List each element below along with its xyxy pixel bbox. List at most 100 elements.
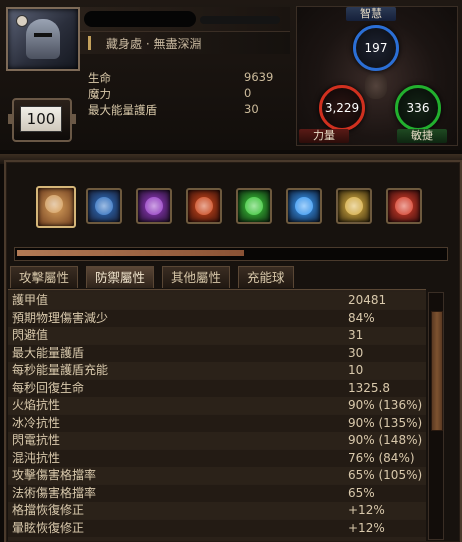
resource-row: 最大能量護盾 30 <box>88 102 288 118</box>
stat-label: 混沌抗性 <box>12 450 61 465</box>
golden-rune-skill-icon[interactable] <box>336 188 372 224</box>
tab-defense[interactable]: 防禦屬性 <box>86 266 155 288</box>
stat-row: 格擋恢復修正 +12% <box>8 502 426 519</box>
stat-value: 90% (135%) <box>348 415 423 430</box>
stat-value: 10 <box>348 363 364 377</box>
character-portrait[interactable] <box>6 7 80 71</box>
character-header: 藏身處 · 無盡深淵 生命 9639 魔力 0 最大能量護盾 30 100 智慧… <box>0 0 462 150</box>
strength-label: 力量 <box>299 129 349 143</box>
stat-label: 攻擊傷害格擋率 <box>12 468 97 482</box>
emblem-face-icon <box>365 73 387 99</box>
stat-label: 最大能量護盾 <box>12 345 85 360</box>
sword-skill-icon[interactable] <box>36 186 76 228</box>
stat-label: 暈眩恢復修正 <box>12 520 85 535</box>
lightning-skill-icon[interactable] <box>286 188 322 224</box>
tab-charges[interactable]: 充能球 <box>238 266 294 288</box>
intelligence-orb[interactable]: 197 <box>353 25 399 71</box>
skill-glyph <box>45 195 63 213</box>
stat-row: 冰冷抗性 90% (135%) <box>8 414 426 432</box>
character-name-redacted <box>80 7 290 32</box>
badge-ornament <box>70 114 76 124</box>
stat-label: 火焰抗性 <box>12 398 61 412</box>
stat-row: 最大能量護盾 30 <box>8 344 426 362</box>
stat-row: 攻擊傷害格擋率 65% (105%) <box>8 467 426 484</box>
stat-row: 混沌抗性 76% (84%) <box>8 449 426 467</box>
skill-bar <box>16 180 444 242</box>
stat-list-scrollbar[interactable] <box>428 292 444 540</box>
stat-row: 法術傷害格擋率 65% <box>8 484 426 502</box>
stat-row: 火焰抗性 90% (136%) <box>8 397 426 414</box>
stat-label: 每秒能量護盾充能 <box>12 363 109 377</box>
intelligence-label: 智慧 <box>346 7 396 21</box>
stat-value: 20481 <box>348 293 387 307</box>
resource-row: 魔力 0 <box>88 86 288 102</box>
level-badge: 100 <box>8 98 76 142</box>
resource-value: 9639 <box>244 70 274 84</box>
resource-label: 最大能量護盾 <box>88 103 157 117</box>
stat-row: 每秒回復生命 1325.8 <box>8 379 426 397</box>
stat-label: 冰冷抗性 <box>12 415 61 430</box>
resource-value: 0 <box>244 86 252 100</box>
crimson-orb-skill-icon[interactable] <box>386 188 422 224</box>
resource-row: 生命 9639 <box>88 70 288 86</box>
resource-label: 魔力 <box>88 87 111 101</box>
stat-label: 預期物理傷害減少 <box>12 310 109 325</box>
stat-value: 90% (136%) <box>348 398 423 412</box>
stat-value: 30 <box>348 345 364 360</box>
skill-glyph <box>295 197 313 215</box>
scrollbar-thumb[interactable] <box>431 311 443 431</box>
resource-label: 生命 <box>88 71 111 85</box>
green-aura-skill-icon[interactable] <box>236 188 272 224</box>
dexterity-orb[interactable]: 336 <box>395 85 441 131</box>
stat-row: 護甲值 20481 <box>8 292 426 309</box>
stat-label: 每秒回復生命 <box>12 380 85 395</box>
attributes-panel: 智慧 197 3,229 336 力量 敏捷 <box>296 6 458 146</box>
stat-row: 閃避值 31 <box>8 327 426 344</box>
stat-value: 65% (105%) <box>348 468 423 482</box>
stat-tabs: 攻擊屬性 防禦屬性 其他屬性 充能球 <box>10 266 450 288</box>
location-text: 藏身處 · 無盡深淵 <box>106 37 202 51</box>
stat-row: 預期物理傷害減少 84% <box>8 309 426 327</box>
experience-fill <box>17 250 244 256</box>
skill-glyph <box>345 197 363 215</box>
stat-label: 格擋恢復修正 <box>12 503 85 517</box>
blue-slash-skill-icon[interactable] <box>86 188 122 224</box>
stat-value: 84% <box>348 310 375 325</box>
stat-value: 90% (148%) <box>348 433 423 447</box>
redaction-block <box>200 16 280 24</box>
skill-glyph <box>395 197 413 215</box>
resource-value: 30 <box>244 102 259 116</box>
rank-icon <box>16 15 28 27</box>
stat-value: 65% <box>348 485 375 500</box>
stat-label: 護甲值 <box>12 293 49 307</box>
redaction-block <box>84 11 196 27</box>
skill-glyph <box>95 197 113 215</box>
visor-shape <box>34 33 52 37</box>
stat-value: 31 <box>348 328 364 342</box>
strength-orb[interactable]: 3,229 <box>319 85 365 131</box>
stat-value: 1325.8 <box>348 380 390 395</box>
defense-stat-list: 護甲值 20481 預期物理傷害減少 84% 閃避值 31 最大能量護盾 30 每秒能量護盾充能… <box>8 289 426 541</box>
stat-label: 閃電抗性 <box>12 433 61 447</box>
stat-row: 暈眩恢復修正 +12% <box>8 519 426 537</box>
resource-stats: 生命 9639 魔力 0 最大能量護盾 30 <box>82 66 290 126</box>
stat-row: 每秒能量護盾充能 10 <box>8 362 426 379</box>
stat-value: +12% <box>348 520 385 535</box>
tab-misc[interactable]: 其他屬性 <box>162 266 231 288</box>
skill-glyph <box>145 197 163 215</box>
level-value: 100 <box>20 106 62 132</box>
location-marker-icon <box>88 36 91 50</box>
skill-glyph <box>195 197 213 215</box>
stat-label: 閃避值 <box>12 328 49 342</box>
stat-label: 法術傷害格擋率 <box>12 485 97 500</box>
badge-ornament <box>8 114 14 124</box>
tab-offense[interactable]: 攻擊屬性 <box>10 266 79 288</box>
stat-value: +12% <box>348 503 385 517</box>
fire-skill-icon[interactable] <box>186 188 222 224</box>
purple-ring-skill-icon[interactable] <box>136 188 172 224</box>
skill-glyph <box>245 197 263 215</box>
dexterity-label: 敏捷 <box>397 129 447 143</box>
experience-bar <box>14 247 448 261</box>
stat-row: 閃電抗性 90% (148%) <box>8 432 426 449</box>
location-row: 藏身處 · 無盡深淵 <box>80 32 290 54</box>
